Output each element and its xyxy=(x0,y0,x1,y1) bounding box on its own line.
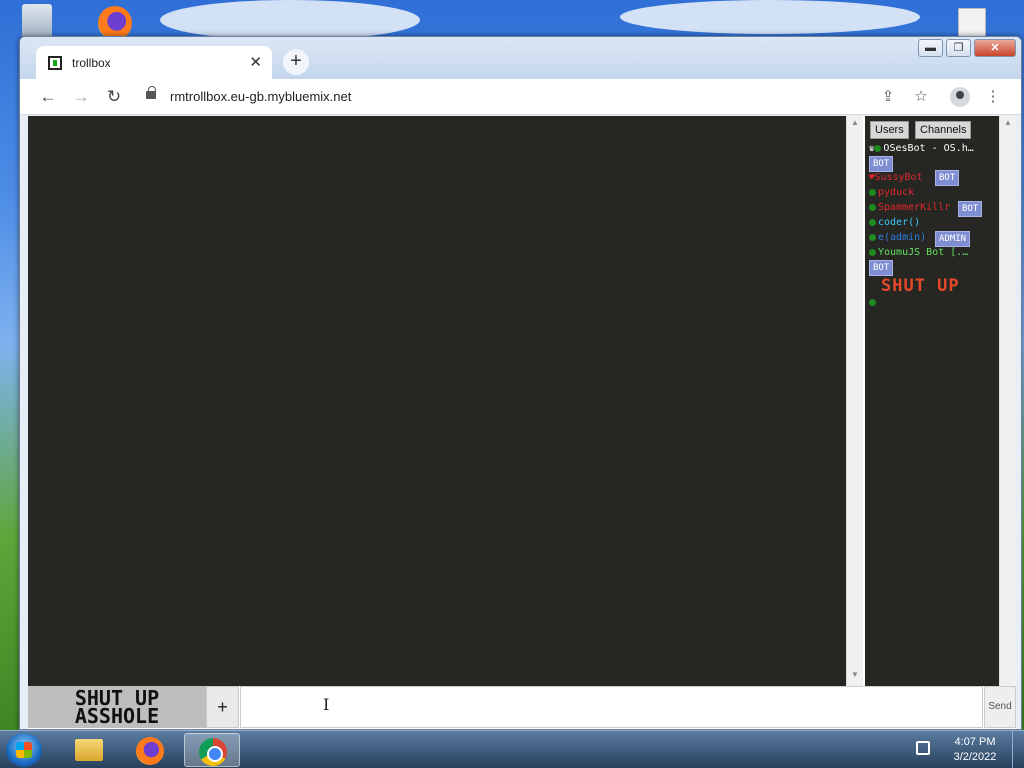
tab-trollbox[interactable]: trollbox ✕ xyxy=(36,46,272,79)
clock[interactable]: 4:07 PM 3/2/2022 xyxy=(940,735,1010,765)
new-tab-button[interactable]: + xyxy=(283,49,309,75)
sidebar-scrollbar[interactable]: ▲ xyxy=(999,116,1016,686)
nickname-line-2: ASSHOLE xyxy=(74,704,160,728)
minimize-button[interactable]: ▬ xyxy=(918,39,943,57)
desktop-cloud xyxy=(160,0,420,40)
online-dot-icon xyxy=(869,298,876,306)
menu-icon[interactable]: ⋮ xyxy=(983,87,1003,107)
user-name: pyduck xyxy=(878,187,915,198)
bookmark-star-icon[interactable]: ☆ xyxy=(911,87,931,107)
user-spammerkillr[interactable]: SpammerKillr xyxy=(869,202,950,213)
bot-badge: BOT xyxy=(935,170,960,186)
user-name: YoumuJS Bot [.… xyxy=(878,247,969,258)
shout-banner: SHUT UP xyxy=(881,276,960,296)
admin-badge: ADMIN xyxy=(935,231,971,247)
folder-icon xyxy=(75,739,103,761)
users-sidebar: Users Channels ♛ OSesBot - OS.h… BOT ♥Sus… xyxy=(865,116,999,686)
taskbar-firefox[interactable] xyxy=(122,733,178,767)
scroll-up-icon[interactable]: ▲ xyxy=(1000,118,1016,132)
user-pyduck[interactable]: pyduck xyxy=(869,187,914,198)
address-bar[interactable]: rmtrollbox.eu-gb.mybluemix.net xyxy=(170,89,351,104)
send-button[interactable]: Send xyxy=(984,686,1016,728)
tab-channels[interactable]: Channels xyxy=(915,121,972,139)
share-icon[interactable]: ⇪ xyxy=(878,87,898,107)
user-coder[interactable]: coder() xyxy=(869,217,920,228)
recycle-bin-icon[interactable] xyxy=(22,4,52,38)
user-youmujs-bot[interactable]: YoumuJS Bot [.… xyxy=(869,247,968,258)
clock-date: 3/2/2022 xyxy=(953,751,997,763)
user-name: e(admin) xyxy=(878,232,927,243)
browser-window: trollbox ✕ + ▬ ❐ ✕ ← → ↻ rmtrollbox.eu-g… xyxy=(19,36,1022,730)
favicon-icon xyxy=(48,56,62,70)
online-dot-icon xyxy=(869,233,876,241)
user-name: coder() xyxy=(878,217,921,228)
reload-icon[interactable]: ↻ xyxy=(104,87,124,107)
taskbar-explorer[interactable] xyxy=(61,733,117,767)
close-window-button[interactable]: ✕ xyxy=(974,39,1016,57)
scroll-down-icon[interactable]: ▼ xyxy=(847,670,863,684)
online-dot-icon xyxy=(869,248,876,256)
restore-button[interactable]: ❐ xyxy=(946,39,971,57)
message-input[interactable] xyxy=(240,686,983,728)
text-cursor-icon: I xyxy=(323,695,330,714)
taskbar-chrome[interactable] xyxy=(184,733,240,767)
bot-badge: BOT xyxy=(869,156,894,172)
network-icon[interactable] xyxy=(916,741,930,755)
online-dot-icon xyxy=(869,203,876,211)
user-e-admin[interactable]: e(admin) xyxy=(869,232,926,243)
lock-icon[interactable] xyxy=(146,86,156,99)
user-sussybot[interactable]: ♥SussyBot xyxy=(869,172,923,183)
user-osesbot[interactable]: ♛ OSesBot - OS.h… xyxy=(869,143,974,154)
start-button[interactable] xyxy=(6,733,42,767)
online-dot-icon xyxy=(869,218,876,226)
trollbox-page: ▲ ▼ Users Channels ♛ OSesBot - OS.h… BOT … xyxy=(28,116,1016,729)
tab-title: trollbox xyxy=(72,56,111,70)
user-name: SussyBot xyxy=(874,172,923,183)
user-name: OSesBot - OS.h… xyxy=(883,143,974,154)
tab-users[interactable]: Users xyxy=(870,121,909,139)
browser-toolbar: ← → ↻ rmtrollbox.eu-gb.mybluemix.net ⇪ ☆… xyxy=(20,79,1021,115)
bot-badge: BOT xyxy=(869,260,894,276)
input-bar: SHUT UP ASSHOLE + Send xyxy=(28,686,1016,729)
nickname-box[interactable]: SHUT UP ASSHOLE xyxy=(28,686,206,728)
show-desktop-button[interactable] xyxy=(1012,731,1024,768)
scroll-up-icon[interactable]: ▲ xyxy=(847,118,863,132)
chrome-icon xyxy=(199,738,227,766)
title-bar: trollbox ✕ + ▬ ❐ ✕ xyxy=(20,37,1021,79)
profile-avatar-icon[interactable] xyxy=(950,87,970,107)
desktop-cloud xyxy=(620,0,920,34)
add-button[interactable]: + xyxy=(206,686,239,728)
taskbar: 4:07 PM 3/2/2022 xyxy=(0,730,1024,768)
forward-icon[interactable]: → xyxy=(71,87,91,107)
online-dot-icon xyxy=(874,144,882,152)
online-dot-icon xyxy=(869,188,876,196)
chat-messages-area[interactable] xyxy=(28,116,846,686)
firefox-desktop-icon[interactable] xyxy=(98,6,132,40)
user-name: SpammerKillr xyxy=(878,202,951,213)
chat-scrollbar[interactable]: ▲ ▼ xyxy=(846,116,863,686)
user-unnamed[interactable] xyxy=(869,297,878,308)
back-icon[interactable]: ← xyxy=(38,87,58,107)
tab-close-icon[interactable]: ✕ xyxy=(249,53,262,71)
firefox-icon xyxy=(136,737,164,765)
clock-time: 4:07 PM xyxy=(954,736,996,748)
bot-badge: BOT xyxy=(958,201,983,217)
